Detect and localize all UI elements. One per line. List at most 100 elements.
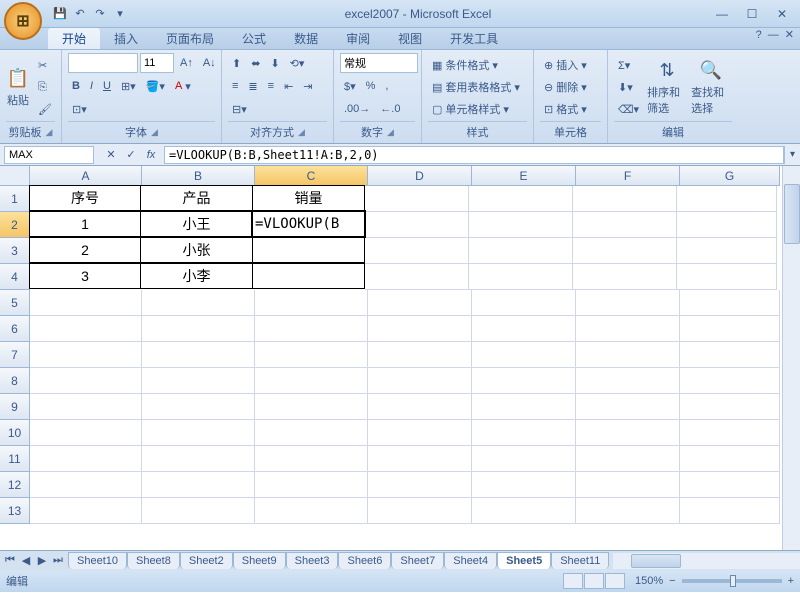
- ribbon-tab-3[interactable]: 公式: [228, 28, 280, 49]
- border-button[interactable]: ⊞▾: [117, 76, 140, 96]
- format-cells-button[interactable]: ⊡格式▾: [540, 99, 601, 119]
- cell-B5[interactable]: [142, 290, 255, 316]
- cell-A13[interactable]: [30, 498, 142, 524]
- sheet-tab-Sheet6[interactable]: Sheet6: [338, 552, 391, 569]
- insert-cells-button[interactable]: ⊕插入▾: [540, 55, 601, 75]
- cell-A1[interactable]: 序号: [29, 185, 141, 211]
- cell-F13[interactable]: [576, 498, 680, 524]
- cell-C9[interactable]: [255, 394, 368, 420]
- cell-B8[interactable]: [142, 368, 255, 394]
- column-header-G[interactable]: G: [680, 166, 780, 186]
- cell-E5[interactable]: [472, 290, 576, 316]
- row-header-7[interactable]: 7: [0, 342, 30, 368]
- cell-C11[interactable]: [255, 446, 368, 472]
- sheet-tab-Sheet4[interactable]: Sheet4: [444, 552, 497, 569]
- format-painter-button[interactable]: 🖌: [34, 99, 56, 119]
- clear-button[interactable]: ⌫▾: [614, 99, 643, 119]
- align-left-button[interactable]: ≡: [228, 76, 242, 96]
- select-all-corner[interactable]: [0, 166, 30, 186]
- cell-F6[interactable]: [576, 316, 680, 342]
- cell-G1[interactable]: [677, 186, 777, 212]
- border-menu-button[interactable]: ⊡▾: [68, 99, 91, 119]
- cell-A6[interactable]: [30, 316, 142, 342]
- sheet-tab-Sheet9[interactable]: Sheet9: [233, 552, 286, 569]
- hscroll-thumb[interactable]: [631, 554, 681, 568]
- close-button[interactable]: ✕: [768, 5, 796, 23]
- minimize-button[interactable]: —: [708, 5, 736, 23]
- sheet-tab-Sheet10[interactable]: Sheet10: [68, 552, 127, 569]
- cell-F10[interactable]: [576, 420, 680, 446]
- conditional-format-button[interactable]: ▦条件格式▾: [428, 55, 527, 75]
- cell-A9[interactable]: [30, 394, 142, 420]
- sheet-tab-Sheet8[interactable]: Sheet8: [127, 552, 180, 569]
- column-header-B[interactable]: B: [142, 166, 255, 186]
- cell-F2[interactable]: [573, 212, 677, 238]
- align-center-button[interactable]: ≣: [244, 76, 261, 96]
- cell-E2[interactable]: [469, 212, 573, 238]
- cell-C8[interactable]: [255, 368, 368, 394]
- name-box[interactable]: MAX: [4, 146, 94, 164]
- autosum-button[interactable]: Σ▾: [614, 55, 643, 75]
- cell-A4[interactable]: 3: [29, 263, 141, 289]
- cell-C6[interactable]: [255, 316, 368, 342]
- minimize-ribbon-icon[interactable]: —: [768, 29, 779, 41]
- cell-styles-button[interactable]: ▢单元格样式▾: [428, 99, 527, 119]
- underline-button[interactable]: U: [99, 76, 115, 96]
- cell-D4[interactable]: [365, 264, 469, 290]
- cell-C5[interactable]: [255, 290, 368, 316]
- row-header-3[interactable]: 3: [0, 238, 30, 264]
- cell-B10[interactable]: [142, 420, 255, 446]
- cell-C2[interactable]: =VLOOKUP(B: [252, 211, 365, 237]
- align-top-button[interactable]: ⬆: [228, 53, 245, 73]
- cell-A10[interactable]: [30, 420, 142, 446]
- indent-decrease-button[interactable]: ⇤: [280, 76, 297, 96]
- cell-A7[interactable]: [30, 342, 142, 368]
- zoom-in-button[interactable]: +: [788, 575, 794, 587]
- copy-button[interactable]: ⎘: [34, 77, 56, 97]
- cell-G4[interactable]: [677, 264, 777, 290]
- ribbon-tab-1[interactable]: 插入: [100, 28, 152, 49]
- cell-C1[interactable]: 销量: [252, 185, 365, 211]
- percent-button[interactable]: %: [362, 76, 380, 96]
- cell-A5[interactable]: [30, 290, 142, 316]
- cell-E6[interactable]: [472, 316, 576, 342]
- format-table-button[interactable]: ▤套用表格格式▾: [428, 77, 527, 97]
- font-color-button[interactable]: A▾: [171, 76, 195, 96]
- row-header-13[interactable]: 13: [0, 498, 30, 524]
- cancel-formula-button[interactable]: ✕: [102, 146, 120, 164]
- font-family-select[interactable]: [68, 53, 138, 73]
- sheet-tab-Sheet3[interactable]: Sheet3: [286, 552, 339, 569]
- cell-E12[interactable]: [472, 472, 576, 498]
- find-select-button[interactable]: 🔍 查找和选择: [691, 53, 731, 121]
- doc-close-icon[interactable]: ✕: [785, 28, 794, 41]
- maximize-button[interactable]: ☐: [738, 5, 766, 23]
- orientation-button[interactable]: ⟲▾: [286, 53, 309, 73]
- fill-button[interactable]: ⬇▾: [614, 77, 643, 97]
- merge-button[interactable]: ⊟▾: [228, 99, 251, 119]
- page-layout-view-button[interactable]: [584, 573, 604, 589]
- align-dialog-icon[interactable]: ◢: [298, 127, 305, 138]
- font-dialog-icon[interactable]: ◢: [151, 127, 158, 138]
- vscroll-thumb[interactable]: [784, 184, 800, 244]
- ribbon-tab-0[interactable]: 开始: [48, 28, 100, 49]
- column-header-F[interactable]: F: [576, 166, 680, 186]
- cell-G6[interactable]: [680, 316, 780, 342]
- cell-F1[interactable]: [573, 186, 677, 212]
- cell-F12[interactable]: [576, 472, 680, 498]
- cell-D6[interactable]: [368, 316, 472, 342]
- cell-C12[interactable]: [255, 472, 368, 498]
- cell-B1[interactable]: 产品: [140, 185, 253, 211]
- ribbon-tab-7[interactable]: 开发工具: [436, 28, 512, 49]
- clipboard-dialog-icon[interactable]: ◢: [46, 127, 53, 138]
- cell-E13[interactable]: [472, 498, 576, 524]
- page-break-view-button[interactable]: [605, 573, 625, 589]
- cell-A12[interactable]: [30, 472, 142, 498]
- delete-cells-button[interactable]: ⊖删除▾: [540, 77, 601, 97]
- cell-G5[interactable]: [680, 290, 780, 316]
- cell-F7[interactable]: [576, 342, 680, 368]
- cell-E9[interactable]: [472, 394, 576, 420]
- column-header-E[interactable]: E: [472, 166, 576, 186]
- cell-E10[interactable]: [472, 420, 576, 446]
- tab-next-button[interactable]: ▶: [34, 553, 50, 569]
- cell-D5[interactable]: [368, 290, 472, 316]
